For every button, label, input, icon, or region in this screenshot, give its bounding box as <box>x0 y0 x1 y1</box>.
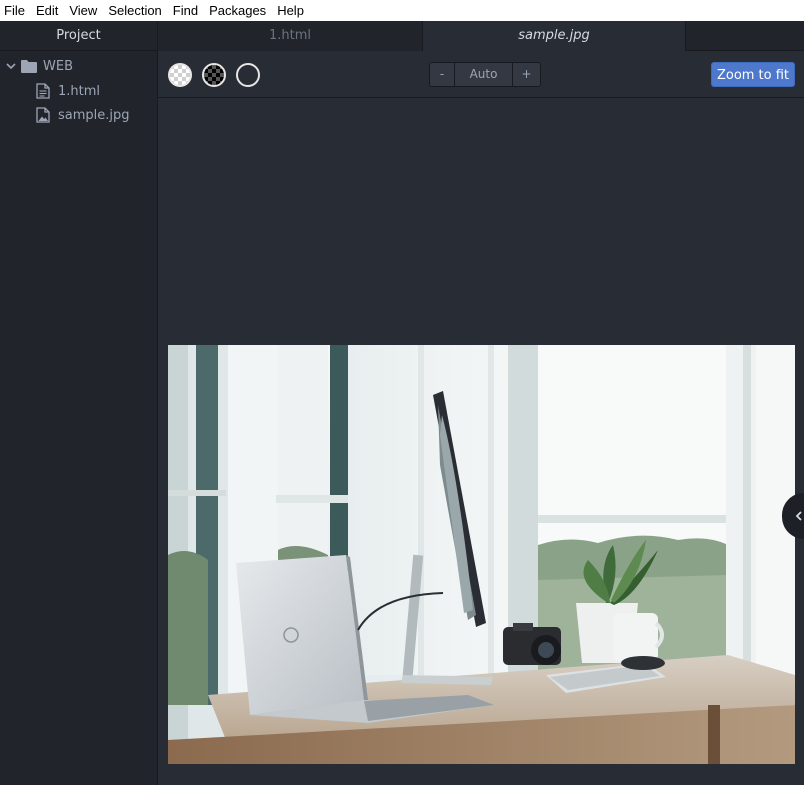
dark-checker-background-button[interactable] <box>202 63 226 87</box>
file-label-html: 1.html <box>58 83 101 99</box>
folder-icon <box>21 60 37 73</box>
transparent-background-button[interactable] <box>236 63 260 87</box>
project-sidebar: Project WEB 1.html sample.jpg <box>0 21 158 785</box>
menu-view[interactable]: View <box>64 0 102 21</box>
chevron-left-icon <box>795 511 802 521</box>
file-text-icon <box>36 83 50 99</box>
image-preview <box>168 345 795 764</box>
chevron-down-icon[interactable] <box>5 60 17 72</box>
zoom-out-button[interactable]: - <box>430 63 455 86</box>
tree-folder-web[interactable]: WEB <box>0 53 157 79</box>
menu-file[interactable]: File <box>0 0 30 21</box>
menu-selection[interactable]: Selection <box>103 0 166 21</box>
light-checker-background-button[interactable] <box>168 63 192 87</box>
sidebar-title[interactable]: Project <box>0 21 157 51</box>
zoom-in-button[interactable]: + <box>513 63 540 86</box>
menu-bar: File Edit View Selection Find Packages H… <box>0 0 804 21</box>
menu-edit[interactable]: Edit <box>31 0 63 21</box>
zoom-level-button[interactable]: Auto <box>455 63 513 86</box>
tree-file-jpg[interactable]: sample.jpg <box>0 103 157 127</box>
file-label-jpg: sample.jpg <box>58 107 130 123</box>
tab-bar: 1.html sample.jpg <box>158 21 804 51</box>
zoom-controls: - Auto + <box>429 62 541 87</box>
image-view: - Auto + Zoom to fit <box>158 51 804 785</box>
tree-file-html[interactable]: 1.html <box>0 79 157 103</box>
tab-sample-jpg[interactable]: sample.jpg <box>423 21 686 51</box>
menu-packages[interactable]: Packages <box>204 0 271 21</box>
menu-help[interactable]: Help <box>272 0 309 21</box>
folder-label: WEB <box>43 58 73 74</box>
tab-1-html[interactable]: 1.html <box>158 21 423 51</box>
menu-find[interactable]: Find <box>168 0 203 21</box>
file-image-icon <box>36 107 50 123</box>
zoom-to-fit-button[interactable]: Zoom to fit <box>711 62 795 87</box>
desk-photo-image <box>168 345 795 764</box>
image-toolbar: - Auto + Zoom to fit <box>158 51 804 98</box>
